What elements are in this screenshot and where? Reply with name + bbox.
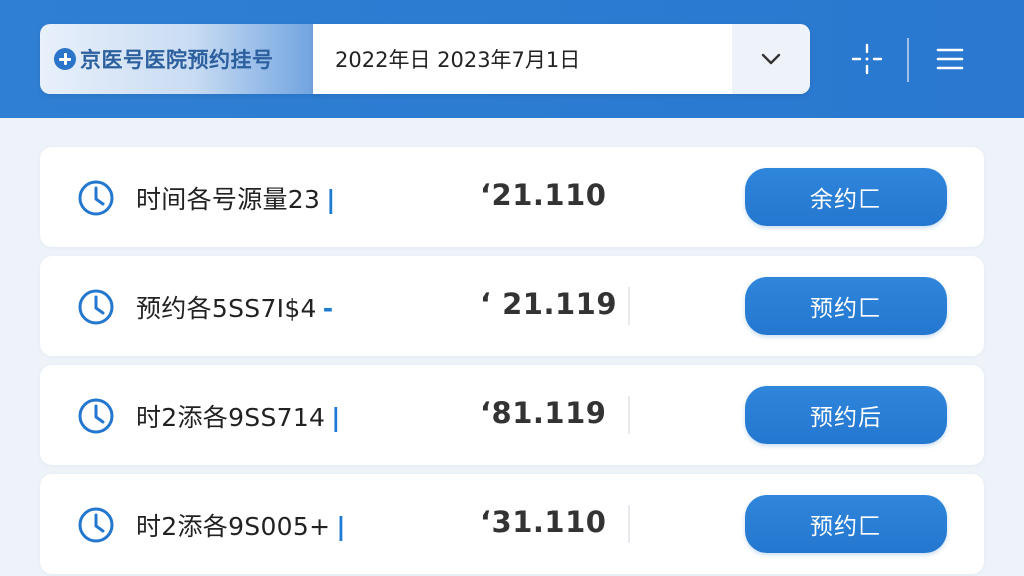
slot-value: ‘21.110 bbox=[480, 178, 607, 212]
scan-button[interactable] bbox=[847, 39, 887, 79]
slot-label: 时间各号源量23 | bbox=[136, 185, 336, 214]
row-divider bbox=[628, 505, 630, 543]
date-range-value: 2022年日 2023年7月1日 bbox=[335, 48, 581, 72]
slot-value: ‘81.119 bbox=[480, 396, 607, 430]
header-divider bbox=[907, 38, 909, 82]
brand-title: 京医号医院预约挂号 bbox=[80, 48, 274, 72]
hamburger-menu-icon bbox=[936, 48, 964, 70]
list-item: 预约各5SS7I$4- ‘ 21.119 预约匚 bbox=[40, 256, 984, 356]
clock-icon bbox=[78, 507, 114, 543]
menu-button[interactable] bbox=[930, 39, 970, 79]
book-button[interactable]: 预约后 bbox=[745, 386, 947, 444]
chevron-down-icon bbox=[761, 53, 781, 65]
book-button[interactable]: 余约匚 bbox=[745, 168, 947, 226]
list-item: 时2添各9S005+ | ‘31.110 预约匚 bbox=[40, 474, 984, 574]
slot-label: 时2添各9SS714 | bbox=[136, 403, 341, 432]
list-item: 时2添各9SS714 | ‘81.119 预约后 bbox=[40, 365, 984, 465]
clock-icon bbox=[78, 180, 114, 216]
book-button[interactable]: 预约匚 bbox=[745, 495, 947, 553]
slot-value: ‘ 21.119 bbox=[480, 287, 618, 321]
list-item: 时间各号源量23 | ‘21.110 余约匚 bbox=[40, 147, 984, 247]
row-divider bbox=[628, 287, 630, 325]
row-divider bbox=[628, 396, 630, 434]
plus-circle-icon bbox=[54, 48, 76, 70]
date-range-select[interactable]: 2022年日 2023年7月1日 bbox=[313, 24, 810, 94]
crosshair-icon bbox=[851, 43, 883, 75]
slot-label: 时2添各9S005+ | bbox=[136, 512, 346, 541]
slot-label: 预约各5SS7I$4- bbox=[136, 294, 334, 323]
app-header: 京医号医院预约挂号 2022年日 2023年7月1日 bbox=[0, 0, 1024, 118]
clock-icon bbox=[78, 398, 114, 434]
slot-value: ‘31.110 bbox=[480, 505, 607, 539]
dropdown-button[interactable] bbox=[732, 24, 810, 94]
clock-icon bbox=[78, 289, 114, 325]
brand-badge[interactable]: 京医号医院预约挂号 bbox=[40, 24, 318, 94]
book-button[interactable]: 预约匚 bbox=[745, 277, 947, 335]
